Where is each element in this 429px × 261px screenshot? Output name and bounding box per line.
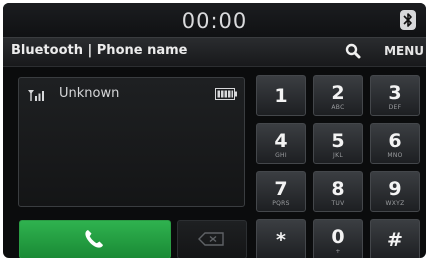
key-digit: 5: [331, 130, 345, 152]
key-5[interactable]: 5 JKL: [313, 123, 363, 164]
signal-strength-icon: [28, 88, 44, 101]
key-letters: JKL: [333, 152, 343, 159]
key-letters: TUV: [331, 200, 345, 207]
key-6[interactable]: 6 MNO: [370, 123, 420, 164]
key-letters: +: [335, 248, 341, 255]
key-9[interactable]: 9 WXYZ: [370, 171, 420, 212]
key-digit: 3: [388, 82, 402, 104]
key-0[interactable]: 0 +: [313, 219, 363, 258]
key-digit: 0: [331, 226, 345, 248]
key-letters: GHI: [275, 152, 287, 159]
key-hash[interactable]: #: [370, 219, 420, 258]
phone-handset-icon: [85, 230, 103, 248]
delete-button[interactable]: [177, 220, 247, 258]
key-letters: PQRS: [272, 200, 290, 207]
key-1[interactable]: 1: [256, 75, 306, 116]
key-2[interactable]: 2 ABC: [313, 75, 363, 116]
battery-icon: [215, 87, 237, 100]
phone-dialer-screen: 00:00 Bluetooth | Phone name MENU Unknow…: [3, 3, 426, 258]
key-digit: *: [276, 229, 286, 251]
key-digit: 4: [274, 130, 288, 152]
key-4[interactable]: 4 GHI: [256, 123, 306, 164]
key-8[interactable]: 8 TUV: [313, 171, 363, 212]
key-digit: 8: [331, 178, 345, 200]
key-digit: 9: [388, 178, 402, 200]
key-digit: 7: [274, 178, 288, 200]
key-letters: DEF: [388, 104, 402, 111]
bluetooth-icon: [400, 10, 416, 30]
key-7[interactable]: 7 PQRS: [256, 171, 306, 212]
key-digit: 2: [331, 82, 345, 104]
key-digit: #: [387, 229, 403, 251]
clock: 00:00: [181, 9, 248, 33]
key-3[interactable]: 3 DEF: [370, 75, 420, 116]
status-bar: 00:00: [3, 3, 426, 37]
search-icon[interactable]: [343, 41, 363, 61]
header-bar: Bluetooth | Phone name MENU: [3, 37, 426, 67]
key-letters: ABC: [331, 104, 345, 111]
page-title: Bluetooth | Phone name: [11, 43, 188, 58]
contact-name: Unknown: [59, 86, 120, 101]
call-button[interactable]: [19, 220, 171, 258]
number-display: Unknown: [18, 77, 245, 207]
key-digit: 6: [388, 130, 402, 152]
key-letters: WXYZ: [385, 200, 405, 207]
backspace-icon: [198, 232, 224, 246]
key-star[interactable]: *: [256, 219, 306, 258]
key-letters: MNO: [387, 152, 403, 159]
key-digit: 1: [274, 85, 288, 107]
menu-button[interactable]: MENU: [384, 44, 424, 58]
